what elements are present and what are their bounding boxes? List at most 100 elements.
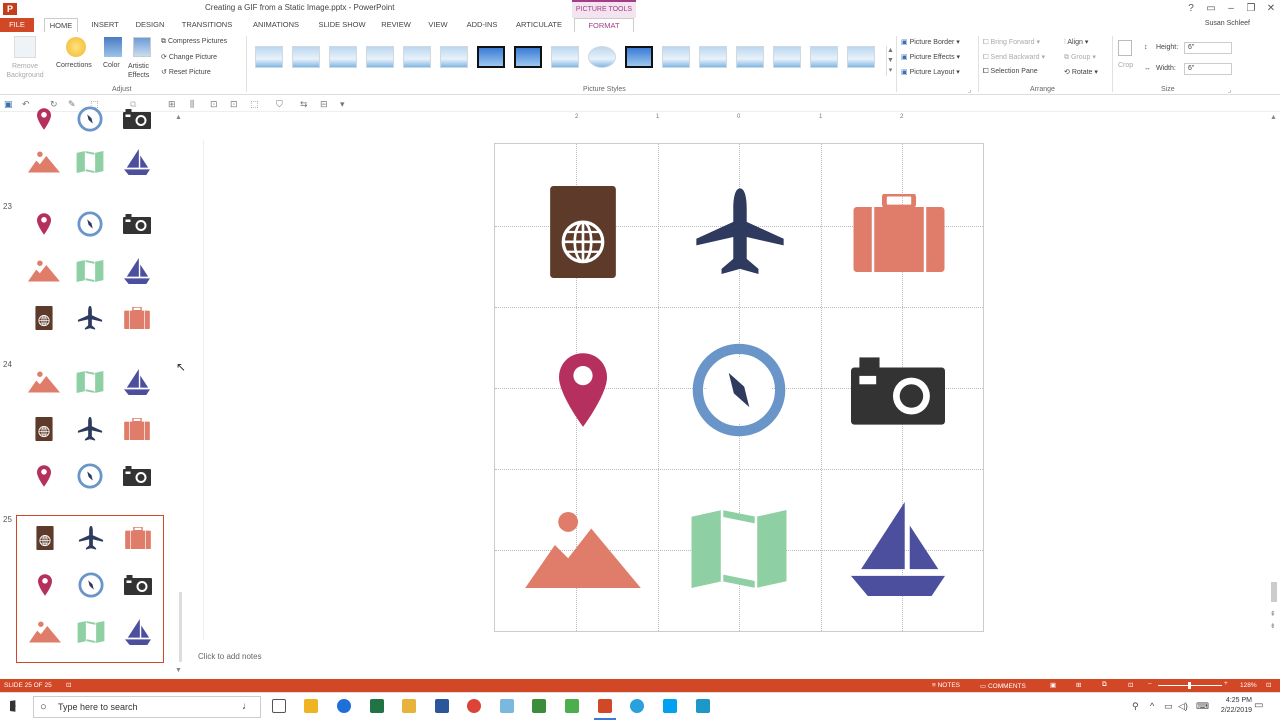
chrome-icon[interactable]: [467, 699, 481, 713]
tab-home[interactable]: HOME: [44, 18, 78, 32]
minimize-icon[interactable]: –: [1222, 2, 1240, 16]
screen-recorder-icon[interactable]: [630, 699, 644, 713]
picture-style-thumbnail[interactable]: [736, 46, 764, 68]
tab-format[interactable]: FORMAT: [574, 18, 634, 32]
slide-show-icon[interactable]: ⊡: [1128, 681, 1133, 689]
people-icon[interactable]: ⚲: [1132, 701, 1139, 712]
store-icon[interactable]: [304, 699, 318, 713]
picture-style-thumbnail[interactable]: [662, 46, 690, 68]
tab-transitions[interactable]: TRANSITIONS: [176, 18, 238, 32]
picture-style-thumbnail[interactable]: [366, 46, 394, 68]
zoom-slider-thumb[interactable]: [1188, 682, 1191, 689]
edge-icon[interactable]: [337, 699, 351, 713]
notepad-icon[interactable]: [500, 699, 514, 713]
suitcase-icon[interactable]: [853, 194, 945, 272]
tab-review[interactable]: REVIEW: [376, 18, 416, 32]
location-pin-icon[interactable]: [559, 352, 607, 428]
scroll-down-icon[interactable]: ▼: [175, 667, 182, 674]
customize-qat-icon[interactable]: ▾: [340, 99, 345, 110]
next-slide-icon[interactable]: ⇟: [1270, 622, 1276, 630]
size-dialog-launcher-icon[interactable]: ⌟: [1228, 86, 1231, 94]
system-clock[interactable]: 4:25 PM 2/22/2019: [1221, 696, 1252, 716]
save-icon[interactable]: ▣: [4, 99, 13, 110]
rotate-button[interactable]: ⟲ Rotate ▾: [1064, 68, 1098, 76]
show-hidden-icons-icon[interactable]: ^: [1150, 701, 1154, 711]
corrections-icon[interactable]: [66, 37, 86, 57]
zoom-out-icon[interactable]: –: [1148, 680, 1152, 687]
crop-shape-icon[interactable]: ⊟: [320, 99, 328, 110]
sailboat-icon[interactable]: [851, 502, 945, 596]
picture-style-thumbnail[interactable]: [810, 46, 838, 68]
picture-style-thumbnail[interactable]: [625, 46, 653, 68]
notes-placeholder[interactable]: Click to add notes: [198, 652, 262, 661]
picture-style-thumbnail[interactable]: [588, 46, 616, 68]
picture-style-thumbnail[interactable]: [477, 46, 505, 68]
picture-effects-button[interactable]: ▣ Picture Effects ▾: [901, 53, 960, 61]
crop-button[interactable]: Crop: [1118, 62, 1133, 69]
tab-file[interactable]: FILE: [0, 18, 34, 32]
powerpoint-taskbar-icon[interactable]: [598, 699, 612, 713]
picture-border-button[interactable]: ▣ Picture Border ▾: [901, 38, 960, 46]
fill-icon[interactable]: ⛉: [276, 99, 283, 110]
picture-layout-button[interactable]: ▣ Picture Layout ▾: [901, 68, 960, 76]
slide-canvas[interactable]: [494, 143, 984, 632]
scroll-thumb[interactable]: [1271, 582, 1277, 602]
notes-button[interactable]: ≡ NOTES: [932, 682, 960, 689]
slide-sorter-icon[interactable]: ⊞: [1076, 681, 1081, 689]
restore-icon[interactable]: ❐: [1242, 2, 1260, 16]
selection-pane-button[interactable]: ⧠ Selection Pane: [983, 68, 1038, 76]
picture-style-thumbnail[interactable]: [551, 46, 579, 68]
select-icon[interactable]: ⬚: [250, 99, 259, 110]
dialog-launcher-icon[interactable]: ⌟: [968, 86, 971, 94]
word-icon[interactable]: [435, 699, 449, 713]
tab-add-ins[interactable]: ADD-INS: [460, 18, 504, 32]
file-explorer-icon[interactable]: [402, 699, 416, 713]
picture-style-thumbnail[interactable]: [440, 46, 468, 68]
passport-icon[interactable]: [549, 186, 617, 278]
previous-slide-icon[interactable]: ⇞: [1270, 610, 1276, 618]
picture-style-thumbnail[interactable]: [292, 46, 320, 68]
picture-style-thumbnail[interactable]: [847, 46, 875, 68]
corrections-button[interactable]: Corrections: [56, 62, 92, 69]
crop-tool-icon[interactable]: ⊡: [230, 99, 238, 110]
zoom-in-icon[interactable]: +: [1224, 680, 1228, 687]
align-objects-icon[interactable]: ⊞: [168, 99, 176, 110]
volume-icon[interactable]: ◁): [1178, 701, 1188, 712]
group-button[interactable]: ⧉ Group ▾: [1064, 53, 1096, 62]
picture-style-thumbnail[interactable]: [329, 46, 357, 68]
windows-start-icon[interactable]: [10, 700, 16, 712]
comments-button[interactable]: ▭ COMMENTS: [980, 682, 1026, 690]
ribbon-display-icon[interactable]: ▭: [1202, 2, 1220, 16]
compress-pictures-button[interactable]: ⧉ Compress Pictures: [161, 38, 227, 46]
spell-check-icon[interactable]: ⊡: [66, 681, 71, 689]
distribute-icon[interactable]: ⫼: [190, 99, 194, 110]
powerpoint-app-icon[interactable]: P: [3, 3, 17, 15]
compass-icon[interactable]: [691, 342, 787, 438]
picture-style-thumbnail[interactable]: [699, 46, 727, 68]
snagit-editor-icon[interactable]: [565, 699, 579, 713]
excel-icon[interactable]: [370, 699, 384, 713]
slide-thumbnail-24[interactable]: [16, 360, 164, 508]
scroll-up-icon[interactable]: ▲: [175, 114, 182, 121]
help-icon[interactable]: ?: [1182, 2, 1200, 16]
tab-articulate[interactable]: ARTICULATE: [510, 18, 568, 32]
network-icon[interactable]: ▭: [1164, 701, 1173, 712]
mountain-icon[interactable]: [525, 512, 641, 588]
user-name[interactable]: Susan Schleef: [1205, 20, 1250, 27]
tab-insert[interactable]: INSERT: [86, 18, 124, 32]
zoom-level[interactable]: 128%: [1240, 682, 1257, 689]
reset-picture-button[interactable]: ↺ Reset Picture: [161, 68, 211, 76]
slide-thumbnail-22[interactable]: [16, 72, 164, 220]
tab-animations[interactable]: ANIMATIONS: [244, 18, 308, 32]
send-backward-button[interactable]: ⧠ Send Backward ▾: [983, 53, 1045, 62]
move-icon[interactable]: ⇆: [300, 99, 308, 110]
camera-icon[interactable]: [851, 356, 945, 426]
color-icon[interactable]: [104, 37, 122, 57]
notification-center-icon[interactable]: ▭: [1254, 700, 1263, 711]
tab-view[interactable]: VIEW: [422, 18, 454, 32]
taskbar-search-box[interactable]: ○ Type here to search ♩: [33, 696, 261, 718]
artistic-effects-icon[interactable]: [133, 37, 151, 57]
reading-view-icon[interactable]: ⧉: [1102, 681, 1107, 689]
task-view-icon[interactable]: [272, 699, 286, 713]
color-button[interactable]: Color: [103, 62, 120, 69]
